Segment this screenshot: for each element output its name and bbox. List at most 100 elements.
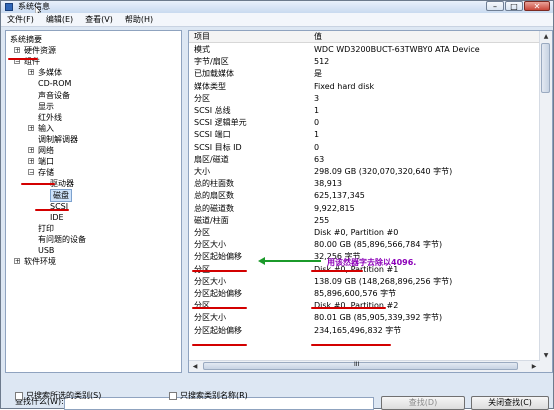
table-row[interactable]: 总的柱面数 38,913	[189, 178, 538, 190]
tree-node-label: 端口	[38, 157, 54, 167]
menu-help[interactable]: 帮助(H)	[119, 14, 159, 26]
expand-icon[interactable]: +	[28, 124, 34, 131]
table-header: 项目 值	[189, 31, 552, 43]
row-key: 磁道/柱面	[194, 215, 229, 225]
find-button[interactable]: 查找(D)	[381, 396, 465, 410]
horizontal-scroll-thumb[interactable]: III	[203, 361, 518, 370]
table-row[interactable]: SCSI 端口 1	[189, 129, 538, 141]
row-value: 85,896,600,576 字节	[314, 289, 397, 298]
tree-node-label: USB	[38, 245, 55, 255]
table-row[interactable]: SCSI 逻辑单元 0	[189, 117, 538, 129]
row-key: 扇区/磁道	[194, 154, 229, 164]
menu-edit[interactable]: 编辑(E)	[40, 14, 79, 26]
expand-icon[interactable]: +	[28, 147, 34, 154]
table-row[interactable]: 总的扇区数 625,137,345	[189, 190, 538, 202]
vertical-scrollbar[interactable]: ▲ ▼	[539, 31, 552, 372]
scroll-left-icon[interactable]: ◀	[189, 361, 201, 372]
category-tree-pane: 系统摘要 + 硬件资源 − 组件 + 多媒体 CD-ROM 声音设备 显示 红外线 + 输入 调制解调器 +…	[5, 30, 182, 373]
search-selected-only-option[interactable]: 只搜索所选的类别(S)	[15, 391, 101, 401]
tree-node-label: 调制解调器	[38, 134, 78, 144]
row-value: WDC WD3200BUCT-63TWBY0 ATA Device	[314, 45, 480, 54]
table-row[interactable]: 字节/扇区 512	[189, 56, 538, 68]
table-row[interactable]: 分区大小 138.09 GB (148,268,896,256 字节)	[189, 276, 538, 288]
search-names-only-option[interactable]: 只搜索类别名称(R)	[169, 391, 248, 401]
row-value: 234,165,496,832 字节	[314, 325, 402, 335]
horizontal-scrollbar[interactable]: ◀ III ▶	[189, 360, 540, 372]
row-value: 9,922,815	[314, 203, 355, 213]
table-row[interactable]: 总的磁道数 9,922,815	[189, 203, 538, 215]
table-row[interactable]: 媒体类型 Fixed hard disk	[189, 81, 538, 93]
row-value: 3	[314, 93, 320, 103]
annotation-note: 用该然器字去除以4096.	[327, 258, 417, 267]
tree-node-label: 多媒体	[38, 68, 62, 78]
close-button[interactable]: ✕	[524, 1, 550, 11]
annotation-underline	[8, 58, 38, 60]
scroll-down-icon[interactable]: ▼	[540, 350, 552, 361]
row-value: 0	[314, 118, 320, 128]
table-row[interactable]: 模式 WDC WD3200BUCT-63TWBY0 ATA Device	[189, 44, 538, 56]
table-row[interactable]: 分区 3	[189, 93, 538, 105]
menu-file[interactable]: 文件(F)	[1, 14, 40, 26]
row-key: 分区起始偏移	[194, 289, 242, 298]
header-item[interactable]: 项目	[194, 31, 210, 42]
row-value: 1	[314, 130, 320, 140]
table-row[interactable]: 大小 298.09 GB (320,070,320,640 字节)	[189, 166, 538, 178]
scroll-up-icon[interactable]: ▲	[540, 31, 552, 42]
search-names-only-checkbox[interactable]	[169, 392, 177, 400]
search-selected-only-label: 只搜索所选的类别(S)	[26, 391, 102, 400]
row-key: 总的磁道数	[194, 203, 234, 213]
header-value[interactable]: 值	[314, 31, 322, 42]
row-key: 已加载媒体	[194, 69, 234, 79]
table-row[interactable]: 磁道/柱面 255	[189, 215, 538, 227]
collapse-icon[interactable]: −	[28, 169, 34, 176]
maximize-button[interactable]: □	[505, 1, 523, 11]
table-row[interactable]: 分区起始偏移 234,165,496,832 字节	[189, 325, 538, 337]
tree-node-label: 声音设备	[38, 90, 70, 100]
table-row[interactable]: SCSI 目标 ID 0	[189, 142, 538, 154]
menu-view[interactable]: 查看(V)	[79, 14, 119, 26]
tree-node-label: 打印	[38, 223, 54, 233]
table-row[interactable]: 分区起始偏移 85,896,600,576 字节	[189, 288, 538, 300]
annotation-underline	[311, 344, 391, 346]
annotation-underline	[192, 344, 247, 346]
expand-icon[interactable]: +	[28, 158, 34, 165]
row-key: SCSI 端口	[194, 130, 231, 140]
table-row[interactable]: SCSI 总线 1	[189, 105, 538, 117]
row-value: 是	[314, 69, 322, 79]
tree-node-label: 系统摘要	[10, 35, 42, 44]
row-value: Disk #0, Partition #0	[314, 228, 399, 237]
expand-icon[interactable]: +	[14, 258, 20, 265]
annotation-underline	[21, 183, 55, 185]
close-find-button[interactable]: 关闭查找(C)	[471, 396, 549, 410]
scroll-right-icon[interactable]: ▶	[528, 361, 540, 372]
annotation-underline	[311, 307, 386, 309]
row-key: 总的柱面数	[194, 179, 234, 189]
row-key: 分区起始偏移	[194, 252, 242, 262]
search-selected-only-checkbox[interactable]	[15, 392, 23, 400]
vertical-scroll-thumb[interactable]	[541, 43, 550, 93]
expand-icon[interactable]: +	[14, 47, 20, 54]
tree-node-label: CD-ROM	[38, 79, 72, 89]
tree-node-label: IDE	[50, 212, 64, 222]
expand-icon[interactable]: +	[28, 69, 34, 76]
tree-node-label: 有问题的设备	[38, 234, 86, 244]
row-value: 298.09 GB (320,070,320,640 字节)	[314, 167, 453, 176]
table-row[interactable]: 分区 Disk #0, Partition #0	[189, 227, 538, 239]
row-value: 80.00 GB (85,896,566,784 字节)	[314, 240, 443, 250]
row-value: 38,913	[314, 179, 342, 189]
row-key: 分区大小	[194, 276, 226, 286]
table-row[interactable]: 分区大小 80.01 GB (85,905,339,392 字节)	[189, 312, 538, 324]
annotation-underline	[192, 270, 247, 272]
row-key: SCSI 目标 ID	[194, 142, 242, 152]
scroll-grip: III	[354, 361, 360, 368]
row-value: 63	[314, 154, 325, 164]
table-row[interactable]: 已加载媒体 是	[189, 68, 538, 80]
minimize-button[interactable]: –	[486, 1, 504, 11]
row-value: 625,137,345	[314, 191, 365, 201]
row-value: 80.01 GB (85,905,339,392 字节)	[314, 313, 443, 323]
table-row[interactable]: 扇区/磁道 63	[189, 154, 538, 166]
row-value: 1	[314, 106, 320, 115]
row-key: 分区大小	[194, 240, 226, 250]
table-row[interactable]: 分区大小 80.00 GB (85,896,566,784 字节)	[189, 239, 538, 251]
row-key: 分区	[194, 228, 210, 237]
